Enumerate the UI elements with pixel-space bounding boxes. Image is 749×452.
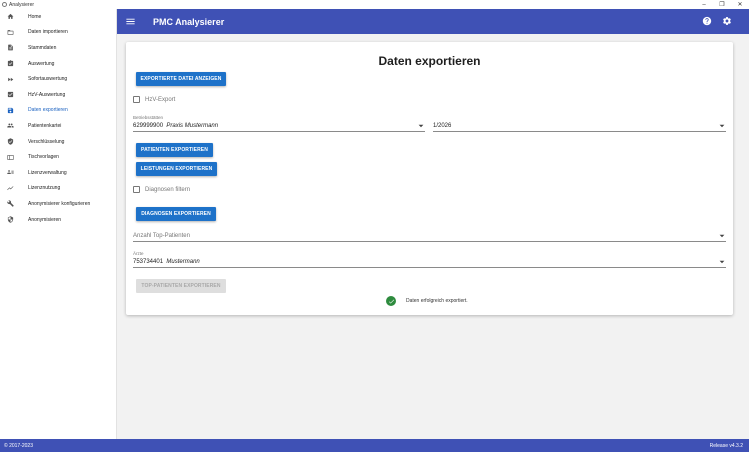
window-controls: – ❐ ✕ <box>695 0 749 9</box>
sidebar-item-label: Lizenzverwaltung <box>28 169 67 176</box>
sidebar-item-auswertung[interactable]: Auswertung <box>0 56 116 72</box>
trending-icon <box>6 184 15 193</box>
chevron-down-icon <box>718 232 726 240</box>
page-title: Daten exportieren <box>378 54 481 68</box>
sidebar-item-verschluesselung[interactable]: Verschlüsselung <box>0 134 116 150</box>
export-diagnoses-button[interactable]: DIAGNOSEN EXPORTIEREN <box>136 207 216 221</box>
show-exported-file-button[interactable]: EXPORTIERTE DATEI ANZEIGEN <box>136 72 226 86</box>
app-bar: PMC Analysierer <box>117 9 749 34</box>
sidebar-item-stammdaten[interactable]: Stammdaten <box>0 40 116 56</box>
gear-icon[interactable] <box>721 15 733 27</box>
shield-lock-icon <box>6 215 15 224</box>
document-icon <box>6 43 15 52</box>
minimize-button[interactable]: – <box>695 0 713 9</box>
close-button[interactable]: ✕ <box>731 0 749 9</box>
sidebar-item-hzv-auswertung[interactable]: HzV-Auswertung <box>0 87 116 103</box>
sidebar-item-label: Sofortauswertung <box>28 76 68 83</box>
sidebar: Home Daten importieren Stammdaten Auswer… <box>0 9 117 439</box>
people-icon <box>6 121 15 130</box>
window-title: Analysierer <box>9 1 35 8</box>
doctor-select-value: 753734401 Mustermann <box>133 259 718 265</box>
sidebar-item-anonymisierer-konfigurieren[interactable]: Anonymisierer konfigurieren <box>0 196 116 212</box>
filter-diagnoses-label: Diagnosen filtern <box>145 186 191 193</box>
app-title: PMC Analysierer <box>153 16 225 27</box>
sidebar-item-label: Tischvorlagen <box>28 154 59 161</box>
sidebar-item-label: Home <box>28 13 42 20</box>
chevron-down-icon <box>718 122 726 130</box>
sidebar-item-lizenznutzung[interactable]: Lizenznutzung <box>0 181 116 197</box>
window-titlebar: Analysierer – ❐ ✕ <box>0 0 749 9</box>
sidebar-item-patientenkartei[interactable]: Patientenkartei <box>0 118 116 134</box>
sidebar-item-home[interactable]: Home <box>0 9 116 25</box>
sidebar-item-label: Auswertung <box>28 60 55 67</box>
export-status: Daten erfolgreich exportiert. <box>386 296 468 306</box>
help-icon[interactable] <box>701 15 713 27</box>
export-top-patients-button[interactable]: TOP-PATIENTEN EXPORTIEREN <box>136 279 226 293</box>
practice-number: 629999900 <box>133 122 164 129</box>
checkbox-box[interactable] <box>133 96 140 103</box>
sidebar-item-label: Daten importieren <box>28 29 68 36</box>
export-patients-button[interactable]: PATIENTEN EXPORTIEREN <box>136 143 213 157</box>
practice-select[interactable]: 629999900 Praxis Mustermann <box>133 120 425 132</box>
sidebar-item-label: Stammdaten <box>28 44 57 51</box>
hzv-export-checkbox[interactable]: HzV-Export <box>133 96 175 103</box>
practice-name: Praxis Mustermann <box>166 122 219 129</box>
license-icon <box>6 168 15 177</box>
table-icon <box>6 153 15 162</box>
maximize-button[interactable]: ❐ <box>713 0 731 9</box>
checkbox-icon <box>6 90 15 99</box>
quarter-select[interactable]: 1/2026 <box>433 120 726 132</box>
wrench-icon <box>6 199 15 208</box>
chevron-down-icon <box>718 258 726 266</box>
shield-icon <box>6 137 15 146</box>
top-patients-placeholder: Anzahl Top-Patienten <box>133 232 190 239</box>
export-card: Daten exportieren EXPORTIERTE DATEI ANZE… <box>126 42 733 315</box>
filter-diagnoses-checkbox[interactable]: Diagnosen filtern <box>133 186 190 193</box>
sidebar-item-label: Daten exportieren <box>28 107 68 114</box>
top-patients-select[interactable]: Anzahl Top-Patienten <box>133 230 726 242</box>
chevron-down-icon <box>417 122 425 130</box>
app-icon <box>2 2 7 7</box>
sidebar-item-daten-exportieren[interactable]: Daten exportieren <box>0 103 116 119</box>
sidebar-item-label: Anonymisierer konfigurieren <box>28 200 91 207</box>
sidebar-item-daten-importieren[interactable]: Daten importieren <box>0 25 116 41</box>
clipboard-check-icon <box>6 59 15 68</box>
sidebar-item-label: Lizenznutzung <box>28 185 61 192</box>
folder-icon <box>6 28 15 37</box>
fast-forward-icon <box>6 75 15 84</box>
save-icon <box>6 106 15 115</box>
doctor-number: 753734401 <box>133 258 164 265</box>
export-services-button[interactable]: LEISTUNGEN EXPORTIEREN <box>136 162 217 176</box>
status-message: Daten erfolgreich exportiert. <box>406 298 468 304</box>
hzv-export-label: HzV-Export <box>145 96 176 103</box>
doctor-name: Mustermann <box>166 258 200 265</box>
sidebar-item-tischvorlagen[interactable]: Tischvorlagen <box>0 149 116 165</box>
copyright: © 2017-2023 <box>4 442 33 449</box>
home-icon <box>6 12 15 21</box>
sidebar-item-sofortauswertung[interactable]: Sofortauswertung <box>0 71 116 87</box>
menu-icon[interactable] <box>123 15 137 29</box>
release-version: Release v4.3.2 <box>709 442 743 449</box>
sidebar-item-label: Anonymisieren <box>28 216 62 223</box>
sidebar-item-anonymisieren[interactable]: Anonymisieren <box>0 212 116 228</box>
sidebar-item-lizenzverwaltung[interactable]: Lizenzverwaltung <box>0 165 116 181</box>
check-circle-icon <box>386 296 396 306</box>
doctor-select[interactable]: 753734401 Mustermann <box>133 256 726 268</box>
sidebar-item-label: Verschlüsselung <box>28 138 65 145</box>
footer: © 2017-2023 Release v4.3.2 <box>0 439 749 452</box>
practice-select-value: 629999900 Praxis Mustermann <box>133 123 417 129</box>
checkbox-box[interactable] <box>133 186 140 193</box>
sidebar-item-label: HzV-Auswertung <box>28 91 66 98</box>
quarter-value: 1/2026 <box>433 122 452 129</box>
sidebar-item-label: Patientenkartei <box>28 122 62 129</box>
